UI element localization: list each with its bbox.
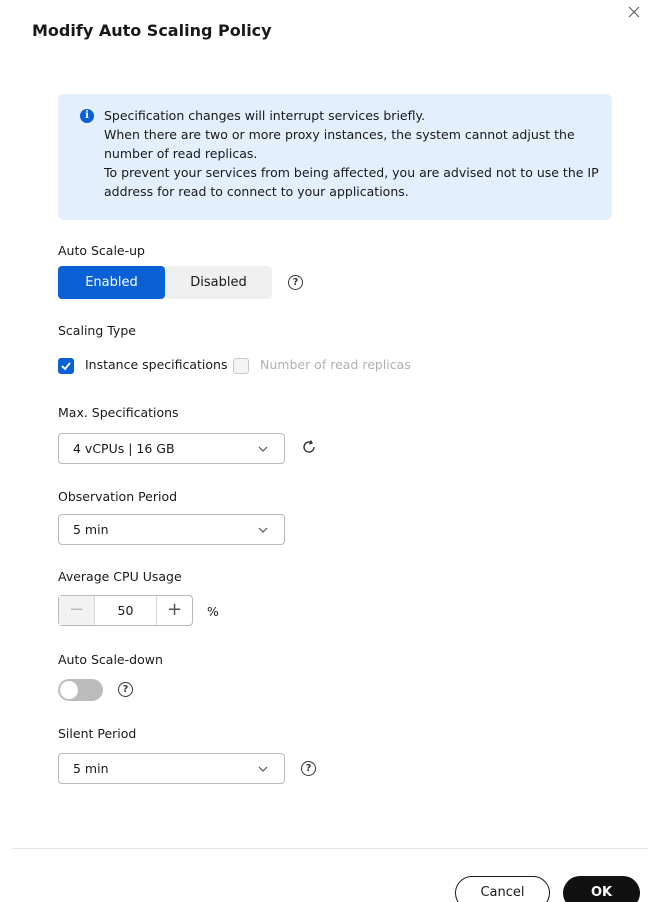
chevron-down-icon xyxy=(258,446,268,452)
ok-button[interactable]: OK xyxy=(563,876,640,902)
silent-period-label: Silent Period xyxy=(58,726,137,741)
alert-line: To prevent your services from being affe… xyxy=(104,165,599,180)
max-specifications-select[interactable]: 4 vCPUs | 16 GB xyxy=(58,433,285,464)
percent-unit: % xyxy=(207,604,219,619)
alert-line: number of read replicas. xyxy=(104,146,258,161)
increment-button[interactable]: + xyxy=(156,596,192,625)
checkmark-icon xyxy=(61,362,71,371)
average-cpu-usage-label: Average CPU Usage xyxy=(58,569,182,584)
silent-period-select[interactable]: 5 min xyxy=(58,753,285,784)
chevron-down-icon xyxy=(258,766,268,772)
instance-specifications-checkbox[interactable] xyxy=(58,358,74,374)
instance-specifications-label: Instance specifications xyxy=(85,357,228,372)
disabled-option-button[interactable]: Disabled xyxy=(165,266,272,299)
cpu-usage-input[interactable]: 50 xyxy=(95,596,156,625)
close-icon[interactable] xyxy=(626,4,642,20)
select-value: 5 min xyxy=(73,761,109,776)
help-icon[interactable]: ? xyxy=(288,275,303,290)
dialog-title: Modify Auto Scaling Policy xyxy=(32,21,272,40)
refresh-icon[interactable] xyxy=(301,439,317,455)
auto-scale-down-toggle[interactable] xyxy=(58,679,103,701)
max-specifications-label: Max. Specifications xyxy=(58,405,179,420)
select-value: 4 vCPUs | 16 GB xyxy=(73,441,175,456)
auto-scale-down-label: Auto Scale-down xyxy=(58,652,163,667)
select-value: 5 min xyxy=(73,522,109,537)
info-alert: i Specification changes will interrupt s… xyxy=(58,94,612,220)
decrement-button[interactable]: − xyxy=(59,596,95,625)
toggle-knob xyxy=(60,681,78,699)
auto-scale-up-segmented: Enabled Disabled xyxy=(58,266,272,299)
help-icon[interactable]: ? xyxy=(301,761,316,776)
chevron-down-icon xyxy=(258,527,268,533)
alert-line: When there are two or more proxy instanc… xyxy=(104,127,575,142)
observation-period-label: Observation Period xyxy=(58,489,178,504)
alert-line: Specification changes will interrupt ser… xyxy=(104,108,426,123)
observation-period-select[interactable]: 5 min xyxy=(58,514,285,545)
alert-line: address for read to connect to your appl… xyxy=(104,184,409,199)
read-replicas-checkbox[interactable] xyxy=(233,358,249,374)
info-icon: i xyxy=(80,109,94,123)
scaling-type-label: Scaling Type xyxy=(58,323,136,338)
help-icon[interactable]: ? xyxy=(118,682,133,697)
footer-divider xyxy=(12,848,648,849)
enabled-option-button[interactable]: Enabled xyxy=(58,266,165,299)
auto-scale-up-label: Auto Scale-up xyxy=(58,243,145,258)
cpu-usage-stepper: − 50 + xyxy=(58,595,193,626)
read-replicas-label: Number of read replicas xyxy=(260,357,411,372)
cancel-button[interactable]: Cancel xyxy=(455,876,550,902)
